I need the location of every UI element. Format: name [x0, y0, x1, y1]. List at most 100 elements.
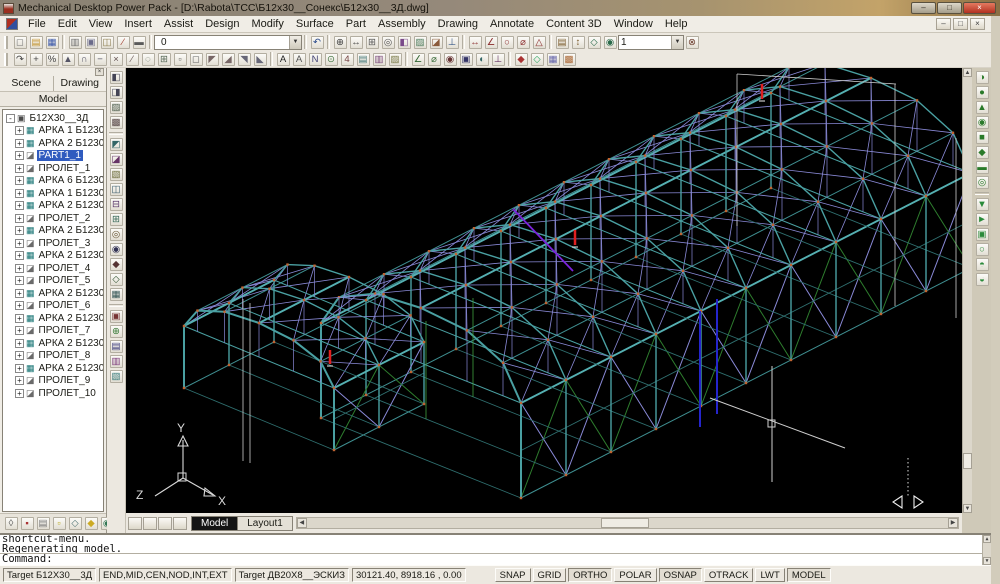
- zoom-object-icon[interactable]: ⊙: [323, 52, 339, 67]
- tool-palettes-icon[interactable]: ◪: [428, 35, 444, 50]
- ucs-dialog-icon[interactable]: ⊥: [444, 35, 460, 50]
- tree-item[interactable]: + ◪ ПРОЛЕТ_5: [4, 275, 103, 288]
- tree-expand-toggle[interactable]: +: [15, 139, 24, 148]
- view-front-icon[interactable]: ∠: [410, 52, 426, 67]
- tree-item[interactable]: + ▦ АРКА 2 Б1230_7: [4, 312, 103, 325]
- mesh-icon[interactable]: ▥: [108, 354, 124, 369]
- feature-icon[interactable]: ◪: [108, 152, 124, 167]
- combine-icon[interactable]: ⊕: [108, 324, 124, 339]
- menu-item[interactable]: Edit: [52, 17, 83, 31]
- minimize-button[interactable]: –: [911, 2, 936, 14]
- assembly-icon[interactable]: ▣: [108, 309, 124, 324]
- tab-next-button[interactable]: [158, 517, 172, 530]
- drawing-canvas[interactable]: YXZ: [126, 68, 962, 513]
- copy-icon[interactable]: ▣: [83, 35, 99, 50]
- status-toggle[interactable]: LWT: [755, 568, 784, 582]
- panel-close-icon[interactable]: ×: [95, 68, 104, 76]
- status-toggle[interactable]: OSNAP: [659, 568, 702, 582]
- tree-expand-toggle[interactable]: +: [15, 364, 24, 373]
- command-scrollbar[interactable]: ▲ ▼: [982, 535, 991, 565]
- tree-expand-toggle[interactable]: +: [15, 239, 24, 248]
- tree-item[interactable]: + ▦ АРКА 2 Б1230_2: [4, 200, 103, 213]
- tab-last-button[interactable]: [173, 517, 187, 530]
- dim-edit-icon[interactable]: ▤: [554, 35, 570, 50]
- tree-item[interactable]: + ▦ АРКА 2 Б1230_3: [4, 225, 103, 238]
- flat-shade-icon[interactable]: ▬: [974, 160, 990, 175]
- view-iso-icon[interactable]: ◉: [442, 52, 458, 67]
- status-toggle[interactable]: SNAP: [495, 568, 531, 582]
- rotate-icon[interactable]: ↷: [12, 52, 28, 67]
- array-icon[interactable]: ⊞: [156, 52, 172, 67]
- tree-item[interactable]: + ▦ АРКА 6 Б1230_1: [4, 175, 103, 188]
- tree-expand-toggle[interactable]: -: [6, 114, 15, 123]
- horizontal-scrollbar[interactable]: ◀ ▶: [296, 517, 959, 529]
- command-prompt[interactable]: Command:: [0, 554, 991, 565]
- tree-item[interactable]: + ▦ АРКА 1 Б1230_2: [4, 187, 103, 200]
- scrollbar-thumb[interactable]: [963, 453, 972, 469]
- status-toggle[interactable]: POLAR: [614, 568, 656, 582]
- coordinates-readout[interactable]: 30121.40, 8918.16 , 0.00: [352, 568, 466, 582]
- hole-icon[interactable]: ◉: [108, 242, 124, 257]
- layer-combo[interactable]: 0 ▼: [154, 35, 302, 50]
- tree-item[interactable]: + ▦ АРКА 2 Б1230_9: [4, 362, 103, 375]
- visibility-icon[interactable]: ▧: [108, 369, 124, 384]
- render-region-icon[interactable]: ●: [974, 85, 990, 100]
- highlight-icon[interactable]: ◆: [83, 516, 99, 531]
- sheet-icon[interactable]: ▤: [355, 52, 371, 67]
- revolve-icon[interactable]: ◎: [108, 227, 124, 242]
- orbit-icon[interactable]: ◐: [474, 52, 490, 67]
- extend-icon[interactable]: ×: [108, 52, 124, 67]
- lengthen-icon[interactable]: ◻: [188, 52, 204, 67]
- break-icon[interactable]: ◤: [204, 52, 220, 67]
- light-icon[interactable]: ▼: [974, 197, 990, 212]
- gouraud-shade-icon[interactable]: ◆: [974, 145, 990, 160]
- mdi-restore-button[interactable]: □: [953, 18, 968, 30]
- text-icon[interactable]: A: [275, 52, 291, 67]
- paste-icon[interactable]: ◫: [99, 35, 115, 50]
- model-tree-header[interactable]: Model: [0, 92, 106, 107]
- undo-icon[interactable]: ↶: [309, 35, 325, 50]
- tree-expand-toggle[interactable]: +: [15, 201, 24, 210]
- profile-icon[interactable]: ◫: [108, 182, 124, 197]
- tree-expand-toggle[interactable]: +: [15, 189, 24, 198]
- design-center-icon[interactable]: ▨: [412, 35, 428, 50]
- menu-item[interactable]: Surface: [290, 17, 340, 31]
- mdi-minimize-button[interactable]: –: [936, 18, 951, 30]
- zoom-window-icon[interactable]: ⊞: [364, 35, 380, 50]
- dim-style-icon[interactable]: ↕: [570, 35, 586, 50]
- tree-item[interactable]: + ▦ АРКА 2 Б1230_1: [4, 137, 103, 150]
- menu-item[interactable]: Annotate: [484, 17, 540, 31]
- surface-icon[interactable]: ▤: [108, 339, 124, 354]
- tree-expand-toggle[interactable]: +: [15, 389, 24, 398]
- erase-browser-icon[interactable]: ◊: [3, 516, 19, 531]
- tree-expand-toggle[interactable]: +: [15, 351, 24, 360]
- chart-icon[interactable]: ▥: [371, 52, 387, 67]
- chamfer-icon[interactable]: −: [92, 52, 108, 67]
- fillet3d-icon[interactable]: ◆: [108, 257, 124, 272]
- scroll-up-icon[interactable]: ▲: [983, 535, 991, 543]
- balloon-icon[interactable]: ◉: [602, 35, 618, 50]
- redraw-icon[interactable]: ▪: [19, 516, 35, 531]
- command-window[interactable]: shortcut-menu. Regenerating model. Comma…: [0, 533, 991, 565]
- open-icon[interactable]: ▤: [28, 35, 44, 50]
- tree-expand-toggle[interactable]: +: [15, 126, 24, 135]
- tree-item[interactable]: + ◪ ПРОЛЕТ_7: [4, 325, 103, 338]
- new-icon[interactable]: ◻: [12, 35, 28, 50]
- statistics-icon[interactable]: ◒: [974, 272, 990, 287]
- menu-item[interactable]: Insert: [118, 17, 158, 31]
- scroll-right-icon[interactable]: ▶: [948, 518, 958, 528]
- scrollbar-thumb[interactable]: [601, 518, 649, 528]
- tree-item[interactable]: + ◪ ПРОЛЕТ_1: [4, 162, 103, 175]
- dim-radius-icon[interactable]: ○: [499, 35, 515, 50]
- part-icon[interactable]: ◩: [108, 137, 124, 152]
- tree-expand-toggle[interactable]: +: [15, 214, 24, 223]
- menu-item[interactable]: Drawing: [432, 17, 484, 31]
- select-fence-icon[interactable]: ▨: [108, 100, 124, 115]
- menu-item[interactable]: Assist: [158, 17, 199, 31]
- pan-icon[interactable]: ↔: [348, 35, 364, 50]
- tree-item[interactable]: + ◪ ПРОЛЕТ_6: [4, 300, 103, 313]
- status-toggle[interactable]: OTRACK: [704, 568, 754, 582]
- render-scene-icon[interactable]: ◑: [974, 70, 990, 85]
- tree-expand-toggle[interactable]: +: [15, 226, 24, 235]
- tab-layout1[interactable]: Layout1: [238, 516, 293, 531]
